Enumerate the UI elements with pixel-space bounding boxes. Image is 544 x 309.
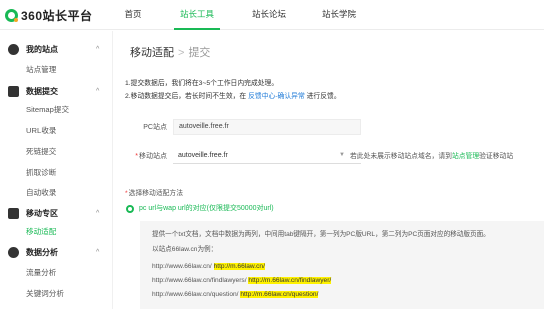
mobile-icon [8, 208, 19, 219]
example-intro: 以站点66law.cn为例： [152, 246, 218, 253]
pc-site-label: PC站点 [143, 124, 167, 131]
site-management-link[interactable]: 站点管理 [452, 153, 479, 160]
main-content: 移动适配 > 提交 1.提交数据后，我们将在3~5个工作日内完成处理。 2.移动数据… [112, 31, 544, 309]
chevron-up-icon: ^ [96, 88, 100, 95]
site-logo[interactable]: 360站长平台 [5, 7, 93, 23]
chevron-down-icon[interactable]: ▼ [339, 152, 345, 158]
sidebar-group-label: 数据提交 [26, 87, 58, 96]
logo-icon [5, 8, 18, 22]
sidebar: 我的站点 ^ 站点管理 数据提交 ^ Sitemap提交 URL收录 死链提交 … [0, 31, 112, 309]
breadcrumb-current: 提交 [188, 47, 211, 59]
breadcrumb-separator: > [178, 47, 185, 59]
notice-line-1: 1.提交数据后，我们将在3~5个工作日内完成处理。 [125, 80, 279, 87]
sidebar-item-deadlink[interactable]: 死链提交 [26, 146, 56, 158]
example-row: http://www.66law.cn/findlawyers/ http://… [152, 276, 332, 286]
example-description: 提供一个txt文档，文档中数据为两列，中间用tab键隔开，第一列为PC版URL，… [152, 231, 490, 238]
method-title: *选择移动适配方法 [125, 190, 184, 197]
notice-text: 2.移动数据提交后，若长时间不生效，在 [125, 93, 247, 100]
notice-text: 进行反馈。 [306, 93, 341, 100]
sidebar-group-my-sites[interactable]: 我的站点 ^ [0, 41, 112, 59]
sidebar-group-label: 数据分析 [26, 248, 58, 257]
mobile-site-label: *移动站点 [135, 153, 167, 160]
hint-text: 若此处未展示移动站点域名，请到 [350, 153, 452, 160]
example-row: http://www.66law.cn/ http://m.66law.cn/ [152, 262, 265, 272]
sidebar-item-crawl-diagnosis[interactable]: 抓取诊断 [26, 167, 56, 179]
sidebar-group-label: 移动专区 [26, 209, 58, 218]
sidebar-item-traffic[interactable]: 流量分析 [26, 267, 56, 279]
pie-chart-icon [8, 247, 19, 258]
sidebar-item-auto-index[interactable]: 自动收录 [26, 187, 56, 199]
method-title-text: 选择移动适配方法 [128, 190, 184, 197]
notice-line-2: 2.移动数据提交后，若长时间不生效，在 反馈中心-确认异常 进行反馈。 [125, 92, 341, 102]
sidebar-item-mobile-adapt[interactable]: 移动适配 [26, 226, 56, 238]
breadcrumb-section[interactable]: 移动适配 [130, 47, 174, 59]
feedback-link[interactable]: 反馈中心-确认异常 [248, 93, 305, 100]
bar-chart-icon [8, 86, 19, 97]
chevron-up-icon: ^ [96, 46, 100, 53]
example-mobile-url: http://m.66law.cn/ [213, 263, 265, 270]
sidebar-group-label: 我的站点 [26, 45, 58, 54]
nav-home[interactable]: 首页 [118, 0, 148, 30]
example-row: http://www.66law.cn/question/ http://m.6… [152, 290, 319, 300]
pc-site-field: autoveille.free.fr [173, 119, 361, 135]
sidebar-item-url-indexing[interactable]: URL收录 [26, 125, 56, 137]
nav-forum[interactable]: 站长论坛 [248, 0, 290, 30]
nav-webmaster-tools[interactable]: 站长工具 [174, 0, 220, 30]
radio-button[interactable] [126, 205, 134, 213]
sidebar-item-keywords[interactable]: 关键词分析 [26, 288, 64, 300]
chevron-up-icon: ^ [96, 249, 100, 256]
sidebar-group-analytics[interactable]: 数据分析 ^ [0, 244, 112, 262]
sidebar-item-sitemap[interactable]: Sitemap提交 [26, 104, 69, 116]
mobile-site-hint: 若此处未展示移动站点域名，请到站点管理验证移动站 [350, 152, 513, 162]
logo-text: 360站长平台 [21, 8, 93, 23]
example-pc-url: http://www.66law.cn/ [152, 263, 212, 270]
sidebar-item-site-management[interactable]: 站点管理 [26, 64, 56, 76]
breadcrumb: 移动适配 > 提交 [130, 44, 210, 60]
nav-academy[interactable]: 站长学院 [318, 0, 360, 30]
chevron-up-icon: ^ [96, 210, 100, 217]
sidebar-group-mobile[interactable]: 移动专区 ^ [0, 205, 112, 223]
user-icon [8, 44, 19, 55]
example-pc-url: http://www.66law.cn/findlawyers/ [152, 277, 247, 284]
example-mobile-url: http://m.66law.cn/question/ [240, 291, 319, 298]
sidebar-group-data-submit[interactable]: 数据提交 ^ [0, 83, 112, 101]
example-mobile-url: http://m.66law.cn/findlawyer/ [248, 277, 332, 284]
example-box: 提供一个txt文档，文档中数据为两列，中间用tab键隔开，第一列为PC版URL，… [140, 221, 544, 309]
mobile-site-label-text: 移动站点 [139, 153, 167, 160]
method-option-label[interactable]: pc url与wap url的对应(仅限提交50000对url) [139, 204, 274, 214]
example-pc-url: http://www.66law.cn/question/ [152, 291, 239, 298]
top-navigation-bar: 360站长平台 首页 站长工具 站长论坛 站长学院 [0, 0, 544, 30]
hint-text: 验证移动站 [479, 153, 514, 160]
mobile-site-select[interactable]: autoveille.free.fr [173, 148, 361, 164]
